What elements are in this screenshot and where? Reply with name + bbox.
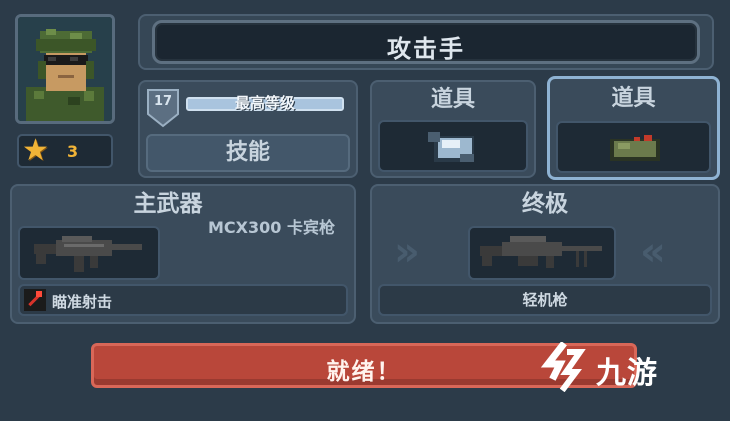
soldier-avatar: [18, 17, 112, 121]
ultimate-weapon-well: [468, 226, 616, 280]
item-slot-2[interactable]: 道具: [547, 76, 720, 180]
ultimate-title: 终极: [522, 191, 568, 217]
ultimate-name-bar: 轻机枪: [378, 284, 712, 316]
max-level-label: 最高等级: [234, 94, 295, 112]
grenade-icon: [428, 132, 474, 162]
primary-weapon-name: MCX300 卡宾枪: [208, 218, 335, 237]
primary-weapon-well: [18, 226, 160, 280]
star-count: 3: [67, 142, 79, 161]
level-number: 17: [153, 94, 173, 109]
star-icon: ★: [22, 133, 49, 168]
item-slot-1-well: [378, 120, 528, 172]
primary-weapon-panel[interactable]: 主武器 MCX300 卡宾枪 瞄准射击: [10, 184, 356, 324]
class-title-bar: 攻击手: [152, 20, 700, 64]
character-portrait[interactable]: [15, 14, 115, 124]
item-slot-2-well: [556, 121, 711, 173]
mine-icon: [610, 135, 660, 161]
primary-ability-label: 瞄准射击: [52, 293, 113, 311]
chevron-right-icon: »: [394, 229, 420, 275]
aim-shot-icon: [24, 289, 46, 311]
nine-game-logo-icon: [540, 342, 586, 392]
machine-gun-icon: [480, 236, 602, 268]
rifle-icon: [34, 236, 142, 272]
item-slot-1-label: 道具: [430, 87, 475, 112]
watermark-text: 九游: [596, 356, 658, 391]
ultimate-weapon-name: 轻机枪: [522, 291, 568, 309]
primary-ability-bar: 瞄准射击: [18, 284, 348, 316]
watermark-logo: 九游: [540, 342, 700, 392]
class-title: 攻击手: [387, 35, 465, 63]
ultimate-panel[interactable]: 终极 » « 轻机枪: [370, 184, 720, 324]
item-slot-1[interactable]: 道具: [370, 80, 536, 178]
chevron-left-icon: «: [640, 229, 666, 275]
skills-label: 技能: [225, 140, 270, 165]
level-badge: 17: [146, 88, 180, 128]
stars-display: ★ 3: [17, 134, 113, 168]
item-slot-2-label: 道具: [611, 86, 656, 111]
skills-button[interactable]: 技能: [146, 134, 350, 172]
